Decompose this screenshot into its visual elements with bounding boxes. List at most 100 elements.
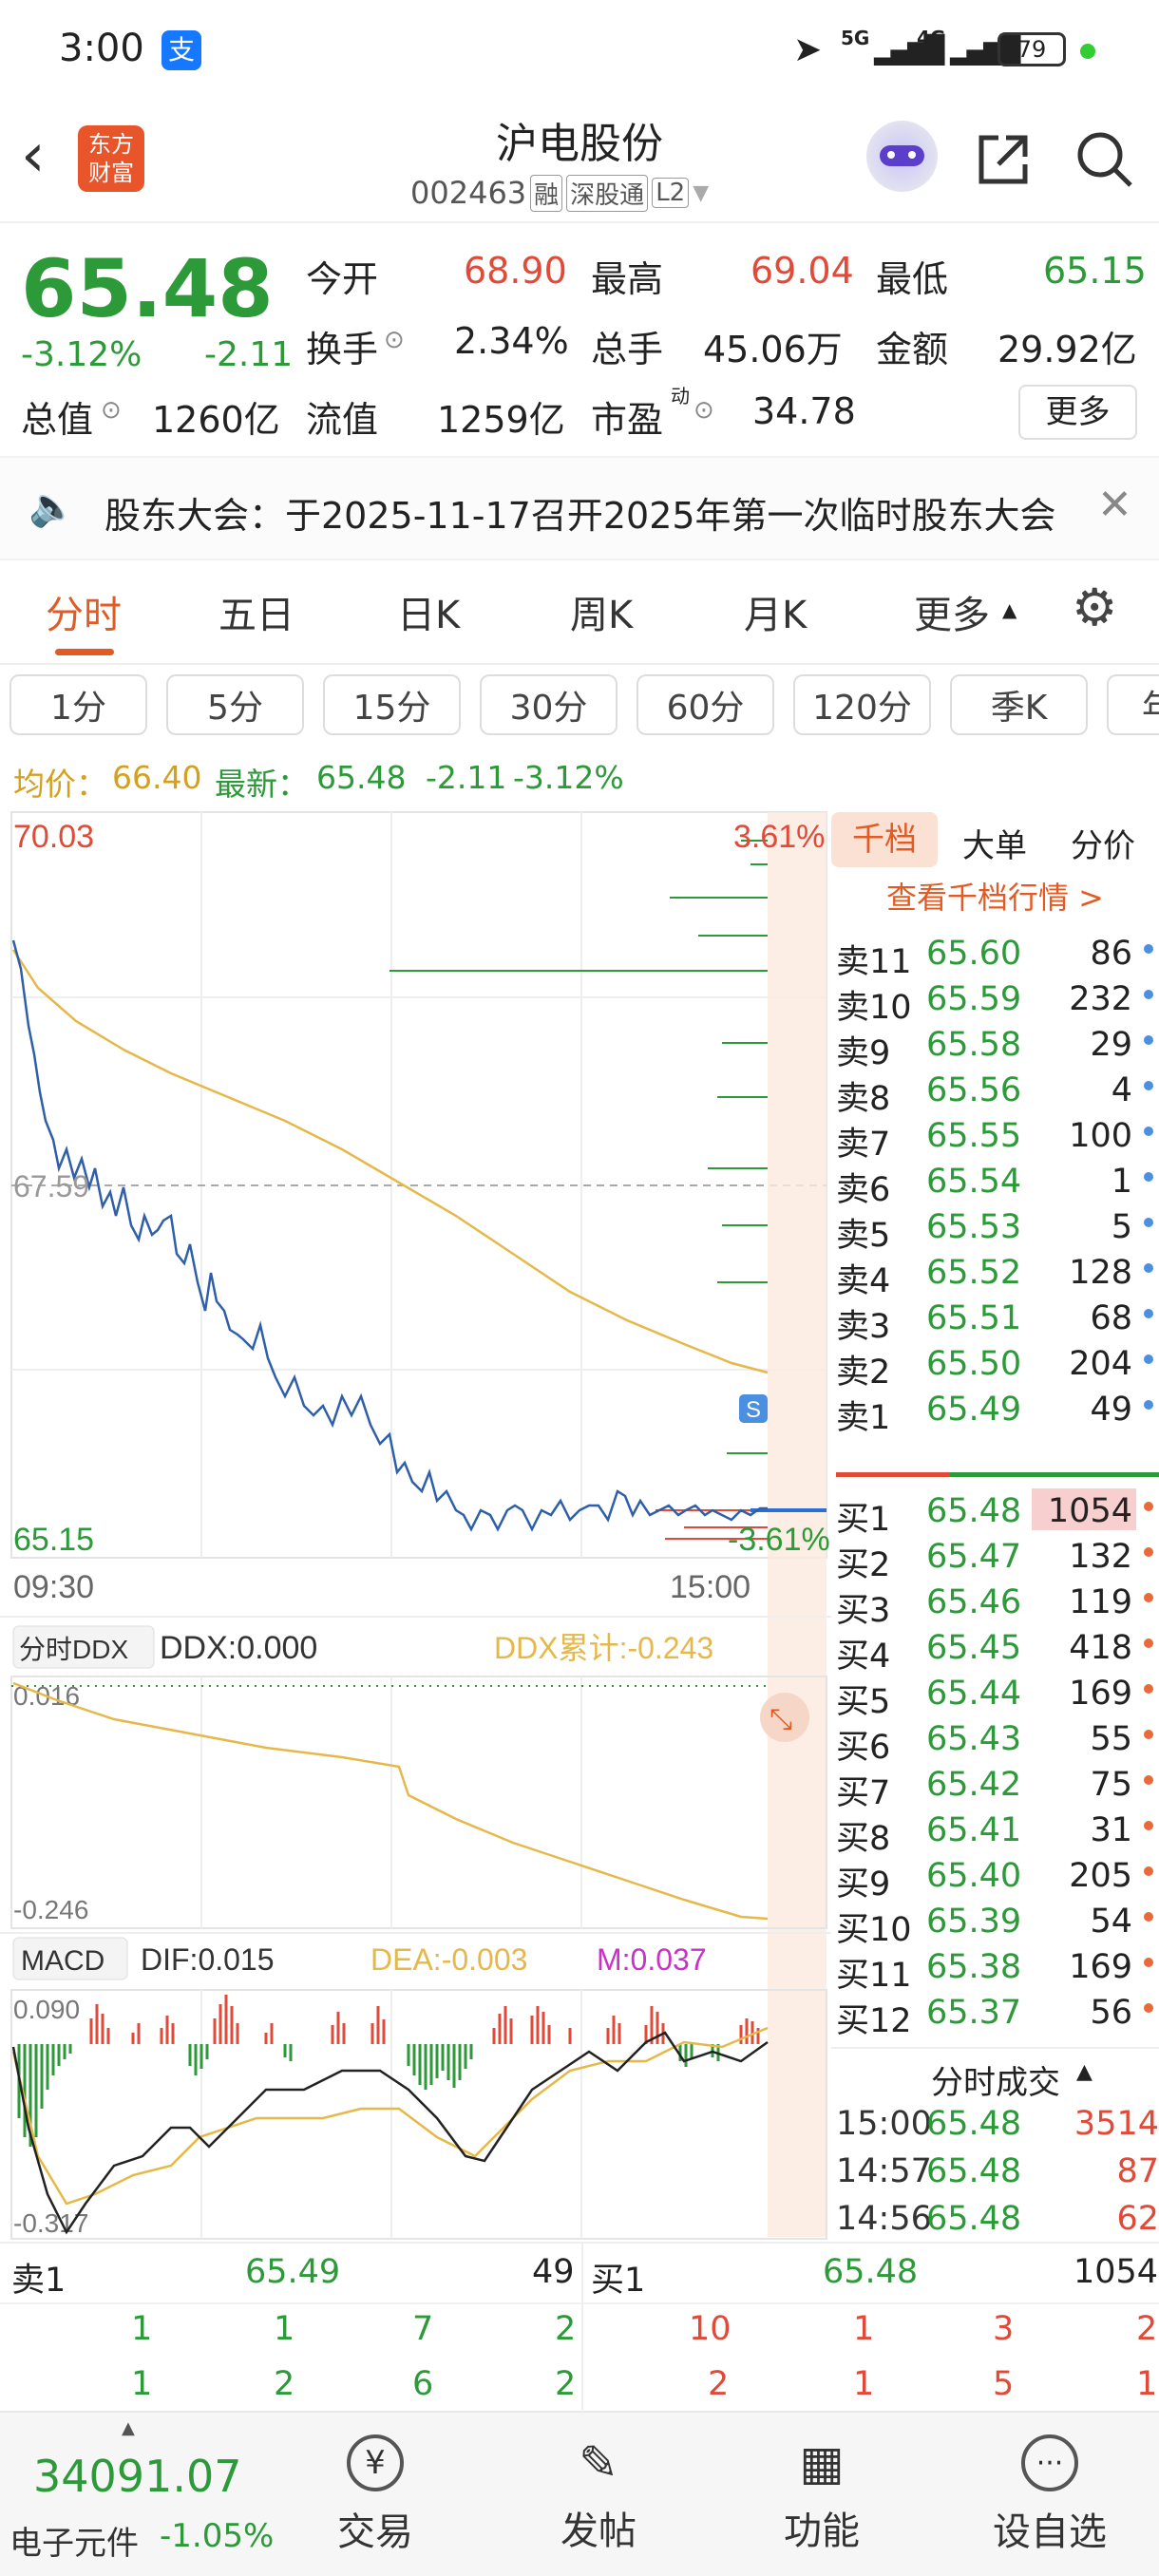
nav-watchlist[interactable]: ··· 设自选 bbox=[974, 2413, 1126, 2576]
ask-row[interactable]: 卖4 65.52 128 bbox=[831, 1250, 1159, 1300]
tick-title: 分时成交 bbox=[931, 2064, 1060, 2102]
macd-dif: DIF:0.015 bbox=[141, 1942, 275, 1977]
index-pct: -1.05% bbox=[160, 2517, 275, 2555]
nav-functions[interactable]: ▦ 功能 bbox=[750, 2413, 893, 2576]
notice-bar[interactable]: 🔈 股东大会：于2025-11-17召开2025年第一次临时股东大会 ✕ bbox=[0, 456, 1159, 560]
nav-post[interactable]: ✎ 发帖 bbox=[527, 2413, 670, 2576]
bid-row[interactable]: 买3 65.46 119 bbox=[831, 1580, 1159, 1630]
period-15m[interactable]: 15分 bbox=[323, 674, 461, 735]
y-max-label: 70.03 bbox=[13, 819, 94, 855]
ask-dot bbox=[1144, 1081, 1153, 1090]
sell-q-2: 1 bbox=[274, 2310, 295, 2348]
period-120m[interactable]: 120分 bbox=[793, 674, 931, 735]
location-icon: ➤ bbox=[793, 30, 823, 69]
tab-thousand-level[interactable]: 千档 bbox=[831, 812, 938, 867]
tick-header[interactable]: 分时成交 ▲ bbox=[831, 2047, 1159, 2102]
ask-row[interactable]: 卖9 65.58 29 bbox=[831, 1022, 1159, 1072]
intraday-chart[interactable]: S 70.03 3.61% 67.59 65.15 -3.61% 09:30 1… bbox=[0, 807, 831, 2244]
ask-level: 卖1 bbox=[836, 1399, 891, 1437]
ask-row[interactable]: 卖5 65.53 5 bbox=[831, 1204, 1159, 1255]
mcap-value: 1260亿 bbox=[152, 399, 280, 441]
ask-row[interactable]: 卖3 65.51 68 bbox=[831, 1296, 1159, 1346]
tab-daily-k[interactable]: 日K bbox=[397, 584, 460, 639]
period-year-k[interactable]: 年 bbox=[1107, 674, 1159, 735]
bid-row[interactable]: 买4 65.45 418 bbox=[831, 1625, 1159, 1676]
bid-row[interactable]: 买7 65.42 75 bbox=[831, 1762, 1159, 1812]
search-icon[interactable] bbox=[1074, 128, 1134, 189]
tab-five-day[interactable]: 五日 bbox=[218, 584, 294, 639]
nav-trade[interactable]: ¥ 交易 bbox=[304, 2413, 446, 2576]
ask-dot bbox=[1144, 1263, 1153, 1273]
ask-row[interactable]: 卖10 65.59 232 bbox=[831, 976, 1159, 1027]
close-icon[interactable]: ✕ bbox=[1097, 481, 1132, 529]
tab-big-order[interactable]: 大单 bbox=[962, 820, 1027, 866]
ask-dot bbox=[1144, 1218, 1153, 1227]
ask-row[interactable]: 卖1 65.49 49 bbox=[831, 1387, 1159, 1437]
period-quarter-k[interactable]: 季K bbox=[950, 674, 1088, 735]
ask-row[interactable]: 卖2 65.50 204 bbox=[831, 1341, 1159, 1392]
ask-volume: 128 bbox=[1069, 1254, 1132, 1292]
bid-row[interactable]: 买11 65.38 169 bbox=[831, 1944, 1159, 1995]
ask-volume: 29 bbox=[1090, 1026, 1132, 1064]
ask-row[interactable]: 卖7 65.55 100 bbox=[831, 1113, 1159, 1164]
ask-price: 65.60 bbox=[926, 935, 1022, 973]
bid-row[interactable]: 买6 65.43 55 bbox=[831, 1716, 1159, 1767]
assistant-avatar-icon[interactable] bbox=[866, 121, 938, 192]
low-label: 最低 bbox=[876, 258, 949, 300]
more-button[interactable]: 更多 bbox=[1018, 385, 1137, 440]
tab-monthly-k[interactable]: 月K bbox=[744, 584, 807, 639]
ask-row[interactable]: 卖6 65.54 1 bbox=[831, 1159, 1159, 1209]
info-icon-2[interactable]: ⊙ bbox=[101, 396, 122, 425]
y-min-label: 65.15 bbox=[13, 1522, 94, 1558]
bid-row[interactable]: 买8 65.41 31 bbox=[831, 1808, 1159, 1858]
bid-row[interactable]: 买9 65.40 205 bbox=[831, 1853, 1159, 1904]
tab-price-breakdown[interactable]: 分价 bbox=[1071, 820, 1135, 866]
view-level-link[interactable]: 查看千档行情 > bbox=[886, 874, 1104, 918]
sell-q-3: 7 bbox=[412, 2310, 434, 2348]
stock-code-row[interactable]: 002463 融 深股通 L2 ▼ bbox=[410, 174, 709, 212]
bid-row[interactable]: 买1 65.48 1054 bbox=[831, 1488, 1159, 1539]
ask-row[interactable]: 卖8 65.56 4 bbox=[831, 1068, 1159, 1118]
caret-up-icon-3: ▲ bbox=[122, 2418, 135, 2438]
divider bbox=[581, 2244, 583, 2410]
period-5m[interactable]: 5分 bbox=[166, 674, 304, 735]
bid-row[interactable]: 买12 65.37 56 bbox=[831, 1990, 1159, 2040]
tab-more[interactable]: 更多 bbox=[914, 584, 990, 639]
sell1-vol: 49 bbox=[532, 2253, 575, 2291]
ask-volume: 1 bbox=[1111, 1163, 1132, 1201]
bid-row[interactable]: 买5 65.44 169 bbox=[831, 1671, 1159, 1721]
order-book: 千档 大单 分价 查看千档行情 > 卖11 65.60 86 卖10 65.59 232 卖… bbox=[831, 812, 1159, 2246]
last-value: 65.48 bbox=[316, 759, 407, 796]
ask-price: 65.58 bbox=[926, 1026, 1022, 1064]
amount-label: 金额 bbox=[876, 329, 949, 370]
info-icon[interactable]: ⊙ bbox=[384, 326, 405, 354]
ask-dot bbox=[1144, 1127, 1153, 1136]
ask-price: 65.52 bbox=[926, 1254, 1022, 1292]
ask-bid-divider-red bbox=[836, 1472, 950, 1477]
sector-index[interactable]: ▲ 34091.07 电子元件 -1.05% bbox=[0, 2413, 276, 2576]
bid-price: 65.41 bbox=[926, 1811, 1022, 1849]
edit-icon: ✎ bbox=[579, 2435, 618, 2491]
tab-intraday[interactable]: 分时 bbox=[46, 584, 122, 639]
bid-volume: 54 bbox=[1090, 1903, 1132, 1941]
sell-q-8: 2 bbox=[555, 2365, 577, 2403]
sell-q-4: 2 bbox=[555, 2310, 577, 2348]
bid-row[interactable]: 买2 65.47 132 bbox=[831, 1534, 1159, 1584]
abs-change: -2.11 bbox=[204, 335, 294, 374]
share-icon[interactable] bbox=[974, 130, 1033, 189]
period-60m[interactable]: 60分 bbox=[636, 674, 774, 735]
bid-row[interactable]: 买10 65.39 54 bbox=[831, 1899, 1159, 1949]
settings-gear-icon[interactable]: ⚙ bbox=[1072, 578, 1117, 637]
bid-price: 65.42 bbox=[926, 1766, 1022, 1804]
partial-row bbox=[831, 924, 1159, 928]
buy-q-8: 1 bbox=[1136, 2365, 1158, 2403]
ask-volume: 4 bbox=[1111, 1071, 1132, 1109]
period-1m[interactable]: 1分 bbox=[10, 674, 147, 735]
info-icon-3[interactable]: ⊙ bbox=[694, 396, 714, 425]
notice-text: 股东大会：于2025-11-17召开2025年第一次临时股东大会 bbox=[104, 495, 1056, 537]
network-5g: 5G bbox=[841, 27, 870, 49]
tab-weekly-k[interactable]: 周K bbox=[570, 584, 633, 639]
ask-row[interactable]: 卖11 65.60 86 bbox=[831, 931, 1159, 981]
period-30m[interactable]: 30分 bbox=[480, 674, 618, 735]
ask-dot bbox=[1144, 1035, 1153, 1045]
